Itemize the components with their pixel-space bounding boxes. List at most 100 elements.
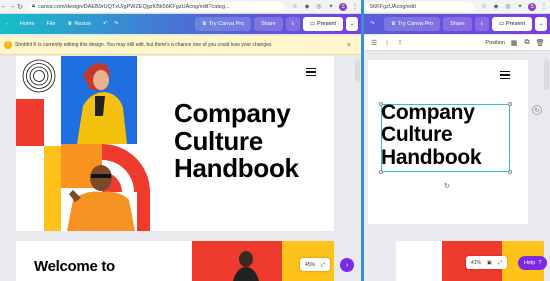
title-line: Culture xyxy=(381,123,453,147)
profile-avatar[interactable]: S xyxy=(339,2,347,11)
scrollbar[interactable] xyxy=(355,60,360,82)
design-page-1[interactable]: Company Culture Handbook xyxy=(16,56,334,231)
chevron-down-icon[interactable]: ⌄ xyxy=(535,17,547,31)
trash-icon[interactable]: 🗑︎ xyxy=(536,39,545,47)
share-button[interactable]: Share xyxy=(443,17,472,31)
url-text: canva.com/design/DAEB9rUQTxU/gPWZEQgzKBk… xyxy=(37,3,230,10)
present-icon: ▭ xyxy=(309,21,316,27)
puzzle-icon[interactable]: ✦ xyxy=(516,3,524,11)
forward-icon[interactable]: → xyxy=(8,3,16,10)
close-icon[interactable]: × xyxy=(347,42,357,49)
title-line: Company xyxy=(174,98,291,128)
menu-file[interactable]: File xyxy=(41,21,62,27)
try-canva-pro-button[interactable]: ♛ Try Canva Pro xyxy=(194,17,252,31)
address-bar[interactable]: 🔒︎ canva.com/design/DAEB9rUQTxU/gPWZEQgz… xyxy=(28,1,285,12)
present-label: Present xyxy=(506,21,525,27)
extension-icon[interactable]: ◎ xyxy=(315,3,323,11)
zoom-level: 41% xyxy=(471,259,482,266)
resize-handle[interactable] xyxy=(379,170,383,174)
transparency-icon[interactable]: ▦ xyxy=(510,39,518,47)
address-bar[interactable]: 56KFgzUAcog/edit xyxy=(366,1,474,12)
collaboration-notice: ! Shobhit K is currently editing this de… xyxy=(0,36,361,55)
url-text: 56KFgzUAcog/edit xyxy=(370,3,416,10)
crown-icon: ♛ xyxy=(390,21,396,27)
hamburger-menu-icon[interactable] xyxy=(500,71,510,79)
title-line: Culture xyxy=(174,125,263,156)
back-chevron-icon[interactable]: ‹ xyxy=(0,21,14,27)
browser-window-right: 56KFgzUAcog/edit ☆ ◆ ◎ ✦ S ⋮ ↷ ♛ Try Canv… xyxy=(364,0,550,281)
share-button[interactable]: Share xyxy=(254,17,283,31)
chevron-down-icon[interactable]: ⌄ xyxy=(346,17,358,31)
extension-icon[interactable]: ◆ xyxy=(303,3,311,11)
present-button[interactable]: ▭ Present xyxy=(302,17,343,31)
scrollbar[interactable] xyxy=(544,60,549,90)
profile-avatar[interactable]: S xyxy=(528,2,536,11)
design-page-2[interactable]: Welcome to xyxy=(16,241,334,281)
puzzle-icon[interactable]: ✦ xyxy=(327,3,335,11)
title-text[interactable]: Company Culture Handbook xyxy=(174,98,299,183)
title-line: Company xyxy=(381,101,475,124)
copy-icon[interactable]: ⧉ xyxy=(523,39,531,47)
hamburger-menu-icon[interactable] xyxy=(306,68,316,76)
redo-icon[interactable]: ↷ xyxy=(364,21,381,27)
menu-home[interactable]: Home xyxy=(14,21,41,27)
expand-icon[interactable]: ⤢ xyxy=(321,262,325,268)
help-button[interactable]: › xyxy=(340,258,354,272)
title-line: Handbook xyxy=(381,145,482,169)
star-icon[interactable]: ☆ xyxy=(480,3,488,11)
person-photo[interactable] xyxy=(231,247,261,281)
share-label: Share xyxy=(450,21,465,27)
position-button[interactable]: Position xyxy=(485,40,505,46)
try-pro-label: Try Canva Pro xyxy=(397,21,434,27)
extension-icon[interactable]: ◆ xyxy=(492,3,500,11)
reload-icon[interactable]: ↻ xyxy=(16,3,24,11)
download-icon[interactable]: ⭳ xyxy=(474,17,489,31)
notice-text: Shobhit K is currently editing this desi… xyxy=(15,42,273,48)
warning-icon: ! xyxy=(4,41,12,49)
resize-handle[interactable] xyxy=(508,102,512,106)
browser-window-left: ← → ↻ 🔒︎ canva.com/design/DAEB9rUQTxU/gP… xyxy=(0,0,361,281)
more-icon[interactable]: ⋮ xyxy=(351,3,359,11)
text-toolbar: ☰ ⁝ ↕ Position ▦ ⧉ 🗑︎ xyxy=(364,35,550,51)
red-small-block[interactable] xyxy=(137,192,150,231)
welcome-heading[interactable]: Welcome to xyxy=(34,259,115,275)
resize-handle[interactable] xyxy=(508,170,512,174)
redo-icon[interactable]: ↷ xyxy=(114,21,125,27)
spacing-icon[interactable]: ↕ xyxy=(396,39,404,47)
rotate-icon[interactable]: ↻ xyxy=(444,182,450,190)
zoom-control[interactable]: 41% ▣ ⤢ xyxy=(466,256,507,269)
list-numbered-icon[interactable]: ⁝ xyxy=(383,39,391,47)
undo-icon[interactable]: ↶ xyxy=(97,21,114,27)
share-label: Share xyxy=(261,21,276,27)
expand-icon[interactable]: ⤢ xyxy=(498,260,502,266)
resize-label: Resize xyxy=(74,21,92,27)
try-pro-label: Try Canva Pro xyxy=(208,21,245,27)
more-icon[interactable]: ⋮ xyxy=(540,3,548,11)
circle-lines-graphic[interactable] xyxy=(22,59,56,93)
zoom-control[interactable]: 45% ⤢ xyxy=(300,258,331,271)
present-label: Present xyxy=(317,21,336,27)
list-icon[interactable]: ☰ xyxy=(370,39,378,47)
menu-resize[interactable]: ♛ Resize xyxy=(61,21,97,27)
editor-topbar: ↷ ♛ Try Canva Pro Share ⭳ ▭ Present ⌄ xyxy=(364,14,550,34)
star-icon[interactable]: ☆ xyxy=(291,3,299,11)
help-icon: ? xyxy=(538,260,542,266)
browser-chrome: ← → ↻ 🔒︎ canva.com/design/DAEB9rUQTxU/gP… xyxy=(0,0,361,14)
present-button[interactable]: ▭ Present xyxy=(491,17,532,31)
man-photo[interactable] xyxy=(61,156,137,231)
ai-assist-icon[interactable]: ↻ xyxy=(532,105,542,115)
crown-icon: ♛ xyxy=(201,21,207,27)
back-icon[interactable]: ← xyxy=(0,3,8,10)
design-page-1[interactable]: Company Culture Handbook ↻ xyxy=(368,60,528,224)
browser-chrome: 56KFgzUAcog/edit ☆ ◆ ◎ ✦ S ⋮ xyxy=(364,0,550,14)
download-icon[interactable]: ⭳ xyxy=(285,17,300,31)
woman-photo[interactable] xyxy=(61,56,137,144)
try-canva-pro-button[interactable]: ♛ Try Canva Pro xyxy=(383,17,441,31)
extension-icon[interactable]: ◎ xyxy=(504,3,512,11)
red-block[interactable] xyxy=(16,99,44,146)
help-button[interactable]: Help ? xyxy=(518,256,548,270)
grid-view-icon[interactable]: ▣ xyxy=(487,260,492,266)
title-text[interactable]: Company Culture Handbook xyxy=(381,101,482,169)
editor-topbar: ‹ Home File ♛ Resize ↶ ↷ ♛ Try Canva Pro S… xyxy=(0,14,361,34)
yellow-block[interactable] xyxy=(44,146,61,231)
